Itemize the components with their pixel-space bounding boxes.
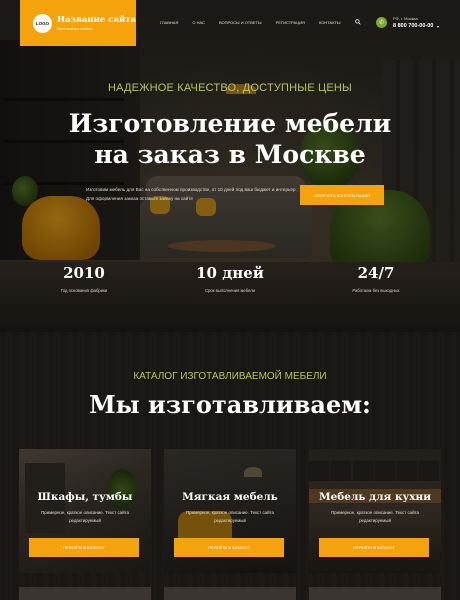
card-title: Мягкая мебель [182, 491, 278, 503]
stat-founded: 2010 Год основания фабрики [40, 264, 128, 293]
stat-schedule: 24/7 Работаем без выходных [334, 264, 418, 293]
consultation-button[interactable]: ПОЛУЧИТЬ КОНСУЛЬТАЦИЮ [300, 185, 384, 205]
catalog-card-upholstered[interactable]: Мягкая мебель Примерное, краткое описани… [164, 449, 296, 573]
card-description: Примерное, краткое описание. Текст сайта… [186, 510, 274, 523]
search-icon[interactable] [355, 19, 361, 25]
catalog-card-next [19, 587, 151, 600]
nav-item-faq[interactable]: ВОПРОСЫ И ОТВЕТЫ [219, 20, 262, 25]
site-name: Название сайта [57, 15, 137, 25]
catalog-tagline: КАТАЛОГ ИЗГОТАВЛИВАЕМОЙ МЕБЕЛИ [133, 371, 327, 382]
hero-title-line: на заказ в Москве [94, 140, 366, 169]
hero-tagline: НАДЕЖНОЕ КАЧЕСТВО, ДОСТУПНЫЕ ЦЕНЫ [107, 82, 352, 94]
stat-label: Срок выполнения мебели [204, 288, 256, 293]
main-nav: ГЛАВНАЯ О НАС ВОПРОСЫ И ОТВЕТЫ РЕГИСТРАЦ… [160, 20, 355, 25]
catalog-card-kitchen[interactable]: Мебель для кухни Примерное, краткое опис… [309, 449, 441, 573]
city-label: РФ, г. Москва [393, 16, 418, 21]
catalog-title: Мы изготавливаем: [89, 390, 371, 419]
stat-value: 24/7 [357, 264, 395, 282]
card-catalog-button[interactable]: ПЕРЕЙТИ В КАТАЛОГ [29, 538, 139, 557]
phone-number[interactable]: 8 800 700-00-00 [393, 23, 433, 29]
nav-item-contacts[interactable]: КОНТАКТЫ [319, 20, 341, 25]
catalog-card-wardrobes[interactable]: Шкафы, тумбы Примерное, краткое описание… [19, 449, 151, 573]
logo: LOGO [33, 13, 52, 33]
nav-item-registration[interactable]: РЕГИСТРАЦИЯ [276, 20, 305, 25]
logo-block[interactable]: LOGO Название сайта Изготовление мебели [20, 0, 136, 46]
stat-label: Работаем без выходных [352, 288, 400, 293]
hero-description: Изготовим мебель для Вас на собственном … [86, 187, 297, 201]
card-catalog-button[interactable]: ПЕРЕЙТИ В КАТАЛОГ [319, 538, 429, 557]
card-title: Мебель для кухни [318, 491, 432, 503]
chevron-down-icon[interactable]: ▾ [437, 24, 439, 29]
card-title: Шкафы, тумбы [37, 491, 133, 503]
card-catalog-button[interactable]: ПЕРЕЙТИ В КАТАЛОГ [174, 538, 284, 557]
catalog-card-next [164, 587, 296, 600]
hero-title-line: Изготовление мебели [68, 109, 392, 138]
stat-value: 10 дней [196, 264, 264, 282]
stat-lead-time: 10 дней Срок выполнения мебели [182, 264, 278, 293]
nav-item-home[interactable]: ГЛАВНАЯ [160, 20, 178, 25]
site-subtitle: Изготовление мебели [57, 27, 93, 31]
hero-title: Изготовление мебели на заказ в Москве [0, 108, 460, 170]
catalog-card-next [309, 587, 441, 600]
stat-value: 2010 [63, 264, 105, 282]
site-header: LOGO Название сайта Изготовление мебели … [0, 0, 460, 46]
phone-icon[interactable]: ✆ [376, 17, 387, 28]
stat-label: Год основания фабрики [60, 288, 108, 293]
nav-item-about[interactable]: О НАС [192, 20, 205, 25]
card-description: Примерное, краткое описание. Текст сайта… [331, 510, 419, 523]
card-description: Примерное, краткое описание. Текст сайта… [41, 510, 129, 523]
